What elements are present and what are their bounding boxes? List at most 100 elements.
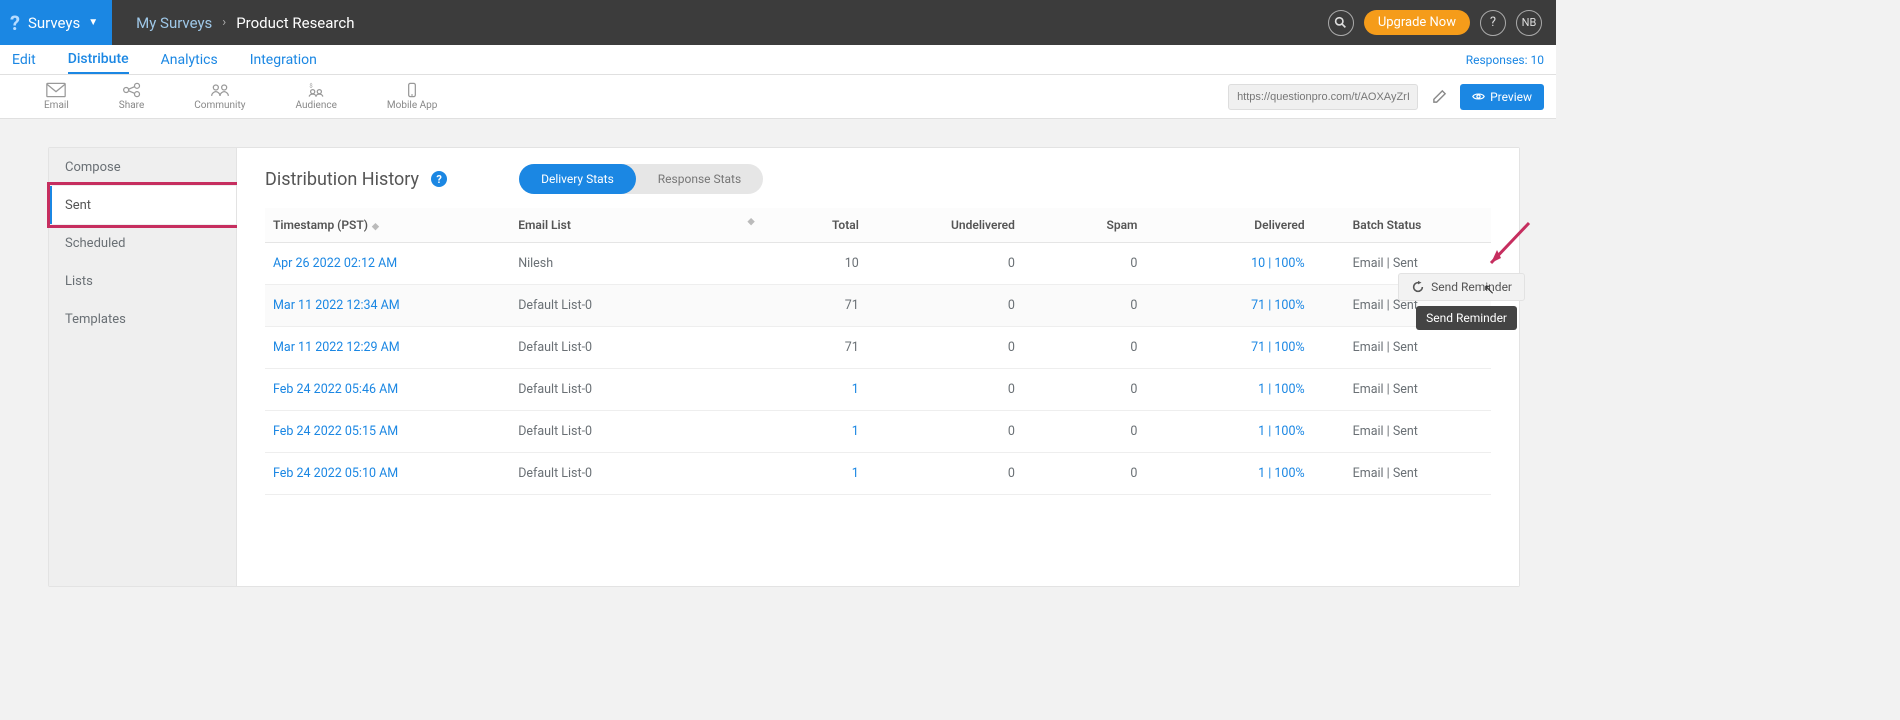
cell-status: Email | Sent [1313,369,1491,411]
breadcrumb-root[interactable]: My Surveys [136,14,212,32]
col-delivered[interactable]: Delivered [1145,208,1312,243]
cell-delivered: 1 | 100% [1145,453,1312,495]
help-icon[interactable]: ? [431,171,447,187]
pill-delivery-stats[interactable]: Delivery Stats [519,164,636,194]
table-header-row: Timestamp (PST)◆ Email List◆ Total Undel… [265,208,1491,243]
breadcrumb: My Surveys › Product Research [136,14,354,32]
sidebar-item-lists[interactable]: Lists [49,262,236,300]
col-undelivered[interactable]: Undelivered [867,208,1023,243]
cell-undelivered: 0 [867,453,1023,495]
col-batch-status[interactable]: Batch Status [1313,208,1491,243]
sidebar-item-compose[interactable]: Compose [49,148,236,186]
cell-status: Email | Sent [1313,327,1491,369]
cell-total: 10 [767,243,867,285]
survey-name: Product Research [236,14,354,32]
table-row[interactable]: Mar 11 2022 12:29 AMDefault List-0710071… [265,327,1491,369]
cell-list: Default List-0 [510,285,766,327]
cell-undelivered: 0 [867,327,1023,369]
cell-total: 71 [767,327,867,369]
tool-mobile[interactable]: Mobile App [387,82,437,111]
send-reminder-button[interactable]: Send Reminder [1398,273,1525,301]
top-header: ? Surveys ▼ My Surveys › Product Researc… [0,0,1556,45]
table-row[interactable]: Mar 11 2022 12:34 AMDefault List-0710071… [265,285,1491,327]
header-right: Upgrade Now ? NB [1328,10,1556,36]
brand-logo-icon: ? [10,11,20,35]
tool-email[interactable]: Email [44,82,69,111]
table-row[interactable]: Feb 24 2022 05:10 AMDefault List-01001 |… [265,453,1491,495]
col-timestamp[interactable]: Timestamp (PST)◆ [265,208,510,243]
cell-undelivered: 0 [867,285,1023,327]
sort-icon: ◆ [748,218,755,227]
share-icon [122,82,142,98]
table-row[interactable]: Apr 26 2022 02:12 AMNilesh100010 | 100%E… [265,243,1491,285]
avatar[interactable]: NB [1516,10,1542,36]
chevron-down-icon: ▼ [88,17,98,28]
cell-spam: 0 [1023,453,1146,495]
cell-total: 1 [767,453,867,495]
tab-edit[interactable]: Edit [12,47,36,73]
main-nav: Edit Distribute Analytics Integration Re… [0,45,1556,75]
tool-share[interactable]: Share [119,82,144,111]
cell-spam: 0 [1023,327,1146,369]
cell-list: Default List-0 [510,369,766,411]
cell-timestamp: Mar 11 2022 12:29 AM [265,327,510,369]
cell-spam: 0 [1023,369,1146,411]
preview-button[interactable]: Preview [1460,84,1544,110]
cell-list: Default List-0 [510,453,766,495]
tab-integration[interactable]: Integration [250,47,317,73]
brand-menu[interactable]: ? Surveys ▼ [0,0,112,45]
page-title: Distribution History [265,169,419,190]
cell-spam: 0 [1023,243,1146,285]
refresh-icon [1411,280,1425,294]
cell-timestamp: Feb 24 2022 05:46 AM [265,369,510,411]
tab-distribute[interactable]: Distribute [68,46,129,74]
sidebar-item-templates[interactable]: Templates [49,300,236,338]
tooltip: Send Reminder [1416,306,1517,330]
cell-total: 1 [767,411,867,453]
sort-icon: ◆ [372,223,379,232]
cell-status: Email | Sent [1313,411,1491,453]
content-wrap: Compose Sent Scheduled Lists Templates D… [0,119,1556,587]
col-spam[interactable]: Spam [1023,208,1146,243]
edit-url-button[interactable] [1426,84,1452,110]
main-content: Distribution History ? Delivery Stats Re… [237,148,1519,586]
cell-list: Default List-0 [510,411,766,453]
cell-timestamp: Feb 24 2022 05:10 AM [265,453,510,495]
cell-spam: 0 [1023,411,1146,453]
brand-text: Surveys [28,14,80,32]
survey-url-input[interactable] [1228,84,1418,110]
table-row[interactable]: Feb 24 2022 05:46 AMDefault List-01001 |… [265,369,1491,411]
upgrade-button[interactable]: Upgrade Now [1364,10,1470,35]
cell-undelivered: 0 [867,369,1023,411]
pill-response-stats[interactable]: Response Stats [636,164,763,194]
col-total[interactable]: Total [767,208,867,243]
sidebar-item-sent[interactable]: Sent [49,186,236,224]
content-panel: Compose Sent Scheduled Lists Templates D… [48,147,1520,587]
responses-link[interactable]: Responses: 10 [1466,53,1544,67]
sidebar-item-scheduled[interactable]: Scheduled [49,224,236,262]
table-row[interactable]: Feb 24 2022 05:15 AMDefault List-01001 |… [265,411,1491,453]
help-button[interactable]: ? [1480,10,1506,36]
cell-total: 71 [767,285,867,327]
tab-analytics[interactable]: Analytics [161,47,218,73]
stats-toggle: Delivery Stats Response Stats [519,164,763,194]
cell-status: Email | Sent [1313,453,1491,495]
breadcrumb-separator: › [222,15,226,30]
col-email-list[interactable]: Email List◆ [510,208,766,243]
cell-delivered: 71 | 100% [1145,285,1312,327]
cell-undelivered: 0 [867,243,1023,285]
tool-audience[interactable]: $ Audience [295,82,336,111]
toolbar-right: Preview [1228,84,1544,110]
audience-icon: $ [306,82,326,98]
tool-community[interactable]: Community [194,82,245,111]
cell-list: Nilesh [510,243,766,285]
search-button[interactable] [1328,10,1354,36]
cell-total: 1 [767,369,867,411]
distribute-toolbar: Email Share Community $ Audience Mobile … [0,75,1556,119]
cell-undelivered: 0 [867,411,1023,453]
cell-list: Default List-0 [510,327,766,369]
search-icon [1334,16,1347,29]
cell-timestamp: Apr 26 2022 02:12 AM [265,243,510,285]
cell-timestamp: Mar 11 2022 12:34 AM [265,285,510,327]
cell-delivered: 71 | 100% [1145,327,1312,369]
